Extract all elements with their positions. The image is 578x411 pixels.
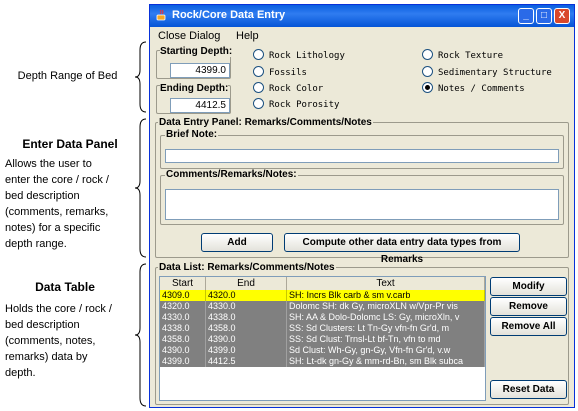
starting-depth-label: Starting Depth: xyxy=(160,46,233,57)
radio-dot-selected xyxy=(422,82,433,93)
brief-note-input[interactable] xyxy=(165,149,559,163)
cell-start: 4330.0 xyxy=(160,312,206,323)
table-row[interactable]: 4338.0 4358.0 SS: Sd Clusters: Lt Tn-Gy … xyxy=(160,323,485,334)
reset-data-button[interactable]: Reset Data xyxy=(490,380,567,399)
ending-depth-group: Ending Depth: 4412.5 xyxy=(156,83,231,114)
cell-end: 4412.5 xyxy=(206,356,287,367)
cell-end: 4330.0 xyxy=(206,301,287,312)
table-row[interactable]: 4330.0 4338.0 SH: AA & Dolo-Dolomc LS: G… xyxy=(160,312,485,323)
radio-rock-porosity[interactable]: Rock Porosity xyxy=(253,98,339,110)
table-row[interactable]: 4399.0 4412.5 SH: Lt-dk gn-Gy & mm-rd-Bn… xyxy=(160,356,485,367)
comments-group: Comments/Remarks/Notes: xyxy=(160,169,564,225)
cell-text: SH: AA & Dolo-Dolomc LS: Gy, microXln, v xyxy=(287,312,485,323)
depth-brace xyxy=(134,41,147,113)
cell-end: 4399.0 xyxy=(206,345,287,356)
maximize-button[interactable]: □ xyxy=(536,8,552,24)
starting-depth-input[interactable]: 4399.0 xyxy=(170,63,230,78)
cell-start: 4390.0 xyxy=(160,345,206,356)
cell-start: 4358.0 xyxy=(160,334,206,345)
radio-dot xyxy=(253,98,264,109)
radio-dot xyxy=(253,66,264,77)
ending-depth-label: Ending Depth: xyxy=(160,83,229,94)
cell-text: SH: Lt-dk gn-Gy & mm-rd-Bn, sm Blk subca xyxy=(287,356,485,367)
radio-notes-comments[interactable]: Notes / Comments xyxy=(422,82,525,94)
column-header-text[interactable]: Text xyxy=(287,277,485,290)
cell-text: SS: Sd Clust: Trnsl-Lt bf-Tn, vfn to md xyxy=(287,334,485,345)
close-button[interactable]: X xyxy=(554,8,570,24)
radio-rock-texture[interactable]: Rock Texture xyxy=(422,49,503,61)
column-header-end[interactable]: End xyxy=(206,277,287,290)
cell-end: 4390.0 xyxy=(206,334,287,345)
cell-text: Dolomc SH: dk Gy, microXLN w/Vpr-Pr vis xyxy=(287,301,485,312)
menu-close-dialog[interactable]: Close Dialog xyxy=(158,30,220,42)
cell-end: 4358.0 xyxy=(206,323,287,334)
brief-note-group: Brief Note: xyxy=(160,129,564,169)
window-title: Rock/Core Data Entry xyxy=(172,9,286,21)
data-entry-panel-title: Data Entry Panel: Remarks/Comments/Notes xyxy=(158,117,373,128)
table-row[interactable]: 4320.0 4330.0 Dolomc SH: dk Gy, microXLN… xyxy=(160,301,485,312)
data-list-title: Data List: Remarks/Comments/Notes xyxy=(158,262,336,273)
radio-dot xyxy=(422,49,433,60)
depth-range-annotation: Depth Range of Bed xyxy=(17,70,118,82)
cell-end: 4338.0 xyxy=(206,312,287,323)
enter-panel-annotation-heading: Enter Data Panel xyxy=(22,137,118,151)
radio-rock-lithology[interactable]: Rock Lithology xyxy=(253,49,345,61)
data-table[interactable]: Start End Text 4309.0 4320.0 SH: Incrs B… xyxy=(159,276,486,401)
menu-help[interactable]: Help xyxy=(236,30,259,42)
table-row[interactable]: 4358.0 4390.0 SS: Sd Clust: Trnsl-Lt bf-… xyxy=(160,334,485,345)
rock-core-data-entry-window: Rock/Core Data Entry _ □ X Close Dialog … xyxy=(149,4,575,408)
brief-note-label: Brief Note: xyxy=(165,129,219,140)
radio-dot xyxy=(253,49,264,60)
table-row[interactable]: 4309.0 4320.0 SH: Incrs Blk carb & sm v.… xyxy=(160,290,485,301)
menu-bar: Close Dialog Help xyxy=(150,27,574,45)
radio-fossils[interactable]: Fossils xyxy=(253,66,307,78)
data-entry-panel: Data Entry Panel: Remarks/Comments/Notes… xyxy=(155,117,569,265)
cell-text: Sd Clust: Wh-Gy, gn-Gy, Vfn-fn Gr'd, v.w xyxy=(287,345,485,356)
cell-text: SH: Incrs Blk carb & sm v.carb xyxy=(287,290,485,301)
column-header-start[interactable]: Start xyxy=(160,277,206,290)
table-header: Start End Text xyxy=(160,277,485,291)
radio-dot xyxy=(253,82,264,93)
cell-start: 4338.0 xyxy=(160,323,206,334)
enter-panel-brace xyxy=(134,118,147,258)
add-button[interactable]: Add xyxy=(201,233,273,252)
comments-label: Comments/Remarks/Notes: xyxy=(165,169,298,180)
starting-depth-group: Starting Depth: 4399.0 xyxy=(156,46,233,79)
compute-data-types-button[interactable]: Compute other data entry data types from… xyxy=(284,233,520,265)
radio-rock-color[interactable]: Rock Color xyxy=(253,82,323,94)
radio-sedimentary-structure[interactable]: Sedimentary Structure xyxy=(422,66,552,78)
cell-text: SS: Sd Clusters: Lt Tn-Gy vfn-fn Gr'd, m xyxy=(287,323,485,334)
ending-depth-input[interactable]: 4412.5 xyxy=(170,98,230,113)
cell-start: 4309.0 xyxy=(160,290,206,301)
java-app-icon xyxy=(156,9,166,21)
table-row[interactable]: 4390.0 4399.0 Sd Clust: Wh-Gy, gn-Gy, Vf… xyxy=(160,345,485,356)
enter-panel-annotation-body: Allows the user to enter the core / rock… xyxy=(5,158,109,250)
data-table-brace xyxy=(134,263,147,407)
cell-start: 4399.0 xyxy=(160,356,206,367)
remove-all-button[interactable]: Remove All xyxy=(490,317,567,336)
data-table-annotation-heading: Data Table xyxy=(35,280,95,294)
minimize-button[interactable]: _ xyxy=(518,8,534,24)
data-table-annotation-body: Holds the core / rock / bed description … xyxy=(5,303,112,379)
cell-end: 4320.0 xyxy=(206,290,287,301)
remove-button[interactable]: Remove xyxy=(490,297,567,316)
comments-textarea[interactable] xyxy=(165,189,559,220)
title-bar[interactable]: Rock/Core Data Entry _ □ X xyxy=(150,5,574,27)
modify-button[interactable]: Modify xyxy=(490,277,567,296)
cell-start: 4320.0 xyxy=(160,301,206,312)
radio-dot xyxy=(422,66,433,77)
